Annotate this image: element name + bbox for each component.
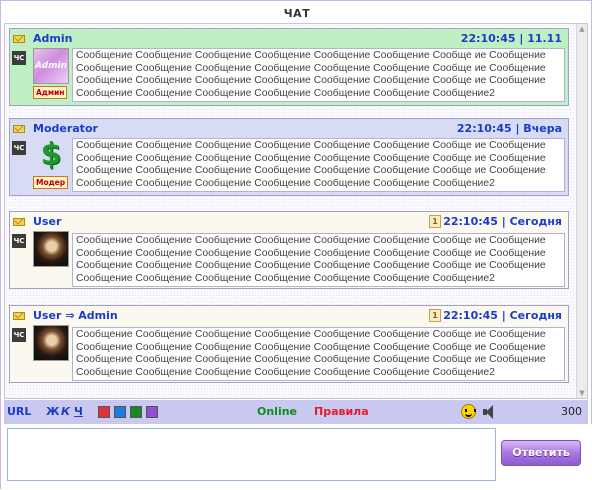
message-line: Сообщение Сообщение Сообщение Сообщение … — [76, 152, 546, 164]
unread-count-badge: 1 — [429, 309, 441, 322]
color-blue-button[interactable] — [114, 406, 126, 418]
chat-window: ЧАТ ЧС Admin 22:10:45 | 11.11 Admin Адми… — [0, 0, 592, 490]
smiley-icon[interactable] — [461, 404, 476, 419]
avatar[interactable] — [33, 325, 69, 361]
reply-button[interactable]: Ответить — [501, 440, 581, 466]
envelope-icon[interactable] — [13, 125, 25, 133]
rules-link[interactable]: Правила — [314, 405, 369, 418]
italic-button[interactable]: К — [61, 405, 70, 418]
url-button[interactable]: URL — [7, 405, 31, 418]
message-timestamp: 22:10:45 | 11.11 — [460, 32, 562, 45]
dollar-icon: $ — [40, 137, 62, 172]
blacklist-button[interactable]: ЧС — [12, 51, 26, 65]
message-line: Сообщение Сообщение Сообщение Сообщение … — [76, 140, 546, 151]
message-username[interactable]: Moderator — [33, 122, 98, 135]
message-line: Сообщение Сообщение Сообщение Сообщение … — [76, 75, 546, 86]
message-username[interactable]: User ⇒ Admin — [33, 309, 118, 322]
envelope-icon[interactable] — [13, 218, 25, 226]
color-purple-button[interactable] — [146, 406, 158, 418]
role-badge: Модер — [33, 176, 69, 189]
message-text: Сообщение Сообщение Сообщение Сообщение … — [72, 138, 565, 192]
scrollbar[interactable]: ▲ ▼ — [576, 24, 587, 398]
online-link[interactable]: Online — [257, 405, 297, 418]
envelope-icon[interactable] — [13, 35, 25, 43]
color-red-button[interactable] — [98, 406, 110, 418]
message-text: Сообщение Сообщение Сообщение Сообщение … — [72, 327, 565, 381]
compose-area: Ответить — [1, 424, 592, 490]
message-line: Сообщение Сообщение Сообщение Сообщение … — [76, 366, 495, 378]
avatar[interactable] — [33, 231, 69, 267]
message-item: ЧС Admin 22:10:45 | 11.11 Admin Админ Со… — [9, 28, 569, 106]
unread-count-badge: 1 — [429, 215, 441, 228]
char-counter: 300 — [561, 405, 582, 418]
underline-button[interactable]: Ч — [74, 405, 83, 418]
message-text: Сообщение Сообщение Сообщение Сообщение … — [72, 48, 565, 102]
message-line: Сообщение Сообщение Сообщение Сообщение … — [76, 329, 546, 340]
message-timestamp: 22:10:45 | Сегодня — [443, 309, 562, 322]
chat-title: ЧАТ — [283, 7, 311, 20]
message-input[interactable] — [7, 428, 496, 481]
message-username[interactable]: User — [33, 215, 61, 228]
message-line: Сообщение Сообщение Сообщение Сообщение … — [76, 272, 495, 284]
message-line: Сообщение Сообщение Сообщение Сообщение … — [76, 235, 546, 246]
message-line: Сообщение Сообщение Сообщение Сообщение … — [76, 165, 546, 176]
message-line: Сообщение Сообщение Сообщение Сообщение … — [76, 354, 546, 365]
message-timestamp: 22:10:45 | Сегодня — [443, 215, 562, 228]
message-line: Сообщение Сообщение Сообщение Сообщение … — [76, 62, 546, 74]
message-line: Сообщение Сообщение Сообщение Сообщение … — [76, 341, 546, 353]
avatar[interactable]: $ — [33, 138, 69, 174]
scroll-up-arrow-icon[interactable]: ▲ — [577, 24, 587, 34]
message-item: ЧС User ⇒ Admin 1 22:10:45 | Сегодня Соо… — [9, 305, 569, 383]
message-line: Сообщение Сообщение Сообщение Сообщение … — [76, 50, 546, 61]
blacklist-button[interactable]: ЧС — [12, 141, 26, 155]
message-username[interactable]: Admin — [33, 32, 72, 45]
message-line: Сообщение Сообщение Сообщение Сообщение … — [76, 247, 546, 259]
message-timestamp: 22:10:45 | Вчера — [456, 122, 562, 135]
message-line: Сообщение Сообщение Сообщение Сообщение … — [76, 260, 546, 271]
message-item: ЧС User 1 22:10:45 | Сегодня Сообщение С… — [9, 211, 569, 289]
avatar[interactable]: Admin — [33, 48, 69, 84]
message-line: Сообщение Сообщение Сообщение Сообщение … — [76, 177, 495, 189]
speaker-icon[interactable] — [483, 405, 495, 419]
role-badge: Админ — [33, 86, 68, 99]
blacklist-button[interactable]: ЧС — [12, 234, 26, 248]
envelope-icon[interactable] — [13, 312, 25, 320]
message-item: ЧС Moderator 22:10:45 | Вчера $ Модер Со… — [9, 118, 569, 196]
message-line: Сообщение Сообщение Сообщение Сообщение … — [76, 87, 495, 99]
scroll-down-arrow-icon[interactable]: ▼ — [577, 388, 587, 398]
message-list[interactable]: ЧС Admin 22:10:45 | 11.11 Admin Админ Со… — [4, 23, 588, 399]
bold-button[interactable]: Ж — [46, 405, 59, 418]
format-toolbar: URL Ж К Ч Online Правила 300 — [4, 400, 588, 424]
color-green-button[interactable] — [130, 406, 142, 418]
blacklist-button[interactable]: ЧС — [12, 328, 26, 342]
message-text: Сообщение Сообщение Сообщение Сообщение … — [72, 233, 565, 287]
avatar-caption: Admin — [34, 61, 67, 71]
